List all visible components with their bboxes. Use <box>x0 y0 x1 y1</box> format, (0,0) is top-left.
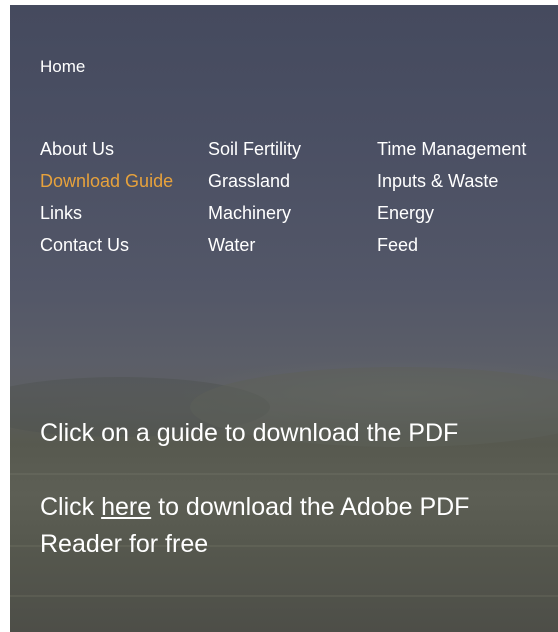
menu-item-inputs-waste[interactable]: Inputs & Waste <box>377 165 526 197</box>
background-field-line <box>10 473 558 475</box>
nav-home-link[interactable]: Home <box>40 57 85 77</box>
adobe-reader-instruction: Click here to download the Adobe PDF Rea… <box>40 489 469 563</box>
menu-item-about-us[interactable]: About Us <box>40 133 173 165</box>
menu-column-guides-b: Time Management Inputs & Waste Energy Fe… <box>377 133 526 261</box>
adobe-suffix-text: to download the Adobe PDF <box>158 493 470 521</box>
menu-item-download-guide[interactable]: Download Guide <box>40 165 173 197</box>
menu-item-links[interactable]: Links <box>40 197 173 229</box>
guide-download-instruction: Click on a guide to download the PDF <box>40 419 459 447</box>
menu-column-guides-a: Soil Fertility Grassland Machinery Water <box>208 133 301 261</box>
adobe-prefix-text: Click <box>40 493 95 521</box>
adobe-reader-line-1: Click here to download the Adobe PDF <box>40 489 469 526</box>
background-field-line <box>10 595 558 597</box>
menu-item-water[interactable]: Water <box>208 229 301 261</box>
menu-item-energy[interactable]: Energy <box>377 197 526 229</box>
menu-item-machinery[interactable]: Machinery <box>208 197 301 229</box>
menu-item-grassland[interactable]: Grassland <box>208 165 301 197</box>
adobe-download-link[interactable]: here <box>101 493 151 521</box>
menu-item-feed[interactable]: Feed <box>377 229 526 261</box>
menu-item-contact-us[interactable]: Contact Us <box>40 229 173 261</box>
footer-panel: Home About Us Download Guide Links Conta… <box>10 5 558 632</box>
menu-item-soil-fertility[interactable]: Soil Fertility <box>208 133 301 165</box>
adobe-reader-line-2: Reader for free <box>40 530 209 558</box>
menu-item-time-management[interactable]: Time Management <box>377 133 526 165</box>
menu-column-general: About Us Download Guide Links Contact Us <box>40 133 173 261</box>
